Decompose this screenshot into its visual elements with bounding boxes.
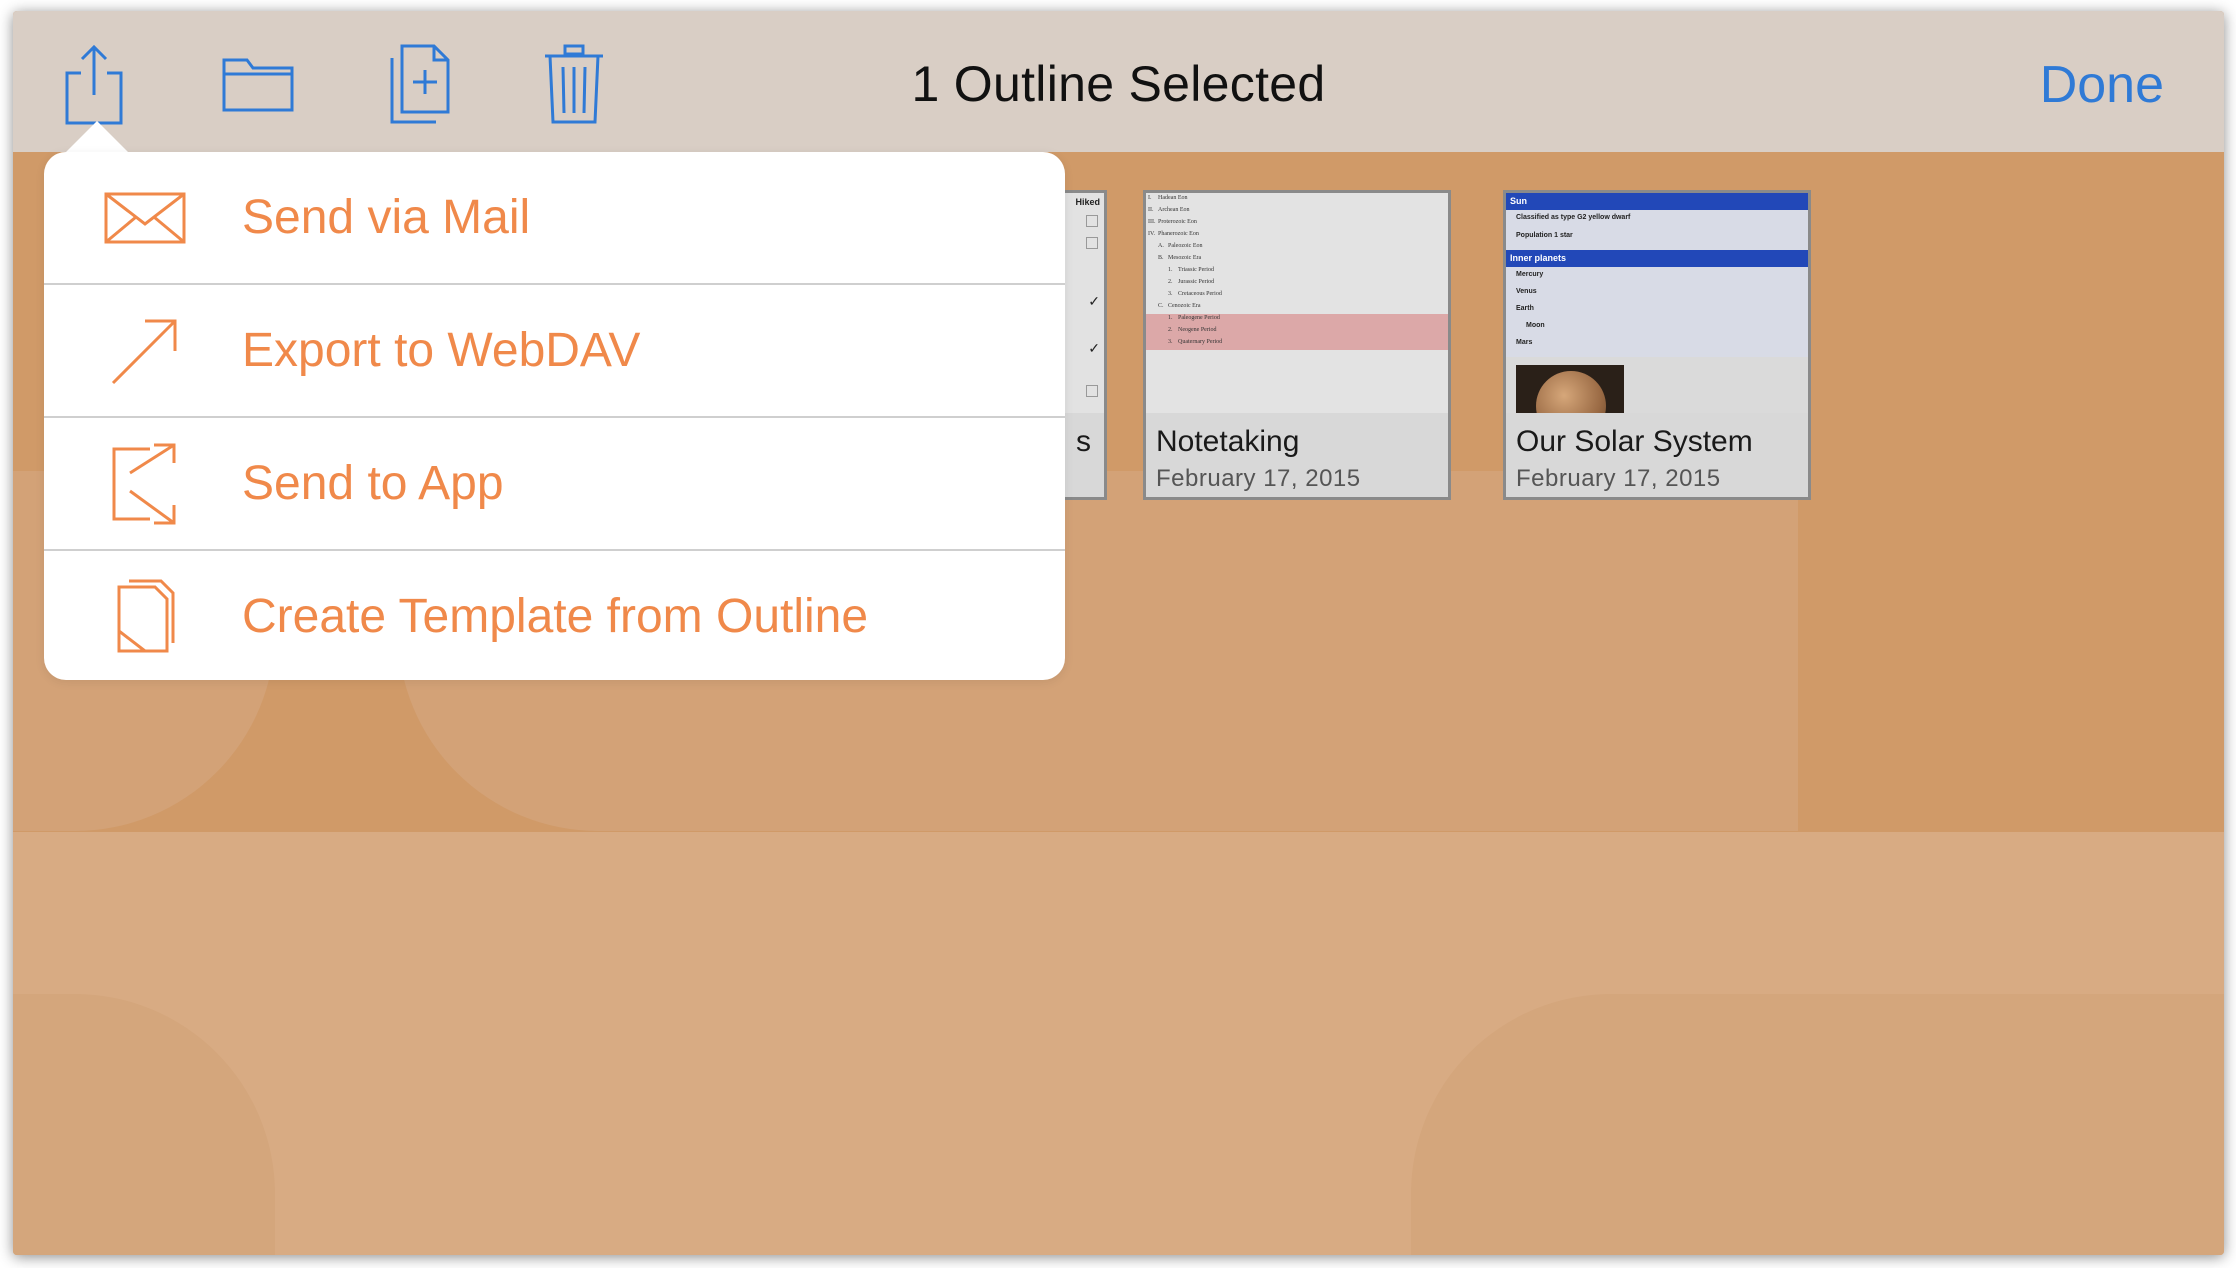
document-thumbnail: I. Hadean Eon II. Archean Eon III. Proterozoi… bbox=[1146, 193, 1448, 413]
outline-text: Cenozoic Era bbox=[1168, 303, 1201, 309]
document-tile-notetaking[interactable]: I. Hadean Eon II. Archean Eon III. Proterozoi… bbox=[1143, 190, 1451, 500]
outline-number: 1. bbox=[1168, 267, 1173, 273]
checkbox-icon bbox=[1086, 215, 1098, 227]
document-tile-solar-system[interactable]: Sun Classified as type G2 yellow dwarf P… bbox=[1503, 190, 1811, 500]
export-arrow-icon bbox=[102, 308, 188, 394]
outline-number: 2. bbox=[1168, 279, 1173, 285]
outline-text: Phanerozoic Eon bbox=[1158, 231, 1199, 237]
outline-heading: Sun bbox=[1506, 193, 1808, 210]
menu-item-label: Send via Mail bbox=[242, 191, 531, 244]
outline-text: Jurassic Period bbox=[1178, 279, 1215, 285]
app-window: 1 Outline Selected Done Hiked ✓ ✓ s I. Ha… bbox=[13, 11, 2224, 1255]
outline-number: I. bbox=[1148, 195, 1152, 201]
outline-row: Population 1 star bbox=[1516, 232, 1573, 239]
toolbar: 1 Outline Selected Done bbox=[13, 11, 2224, 152]
send-to-app-item[interactable]: Send to App bbox=[44, 418, 1065, 549]
document-title: Our Solar System bbox=[1516, 425, 1753, 458]
planet-image bbox=[1516, 365, 1624, 413]
document-title: s bbox=[1076, 425, 1091, 458]
outline-row: Mars bbox=[1516, 339, 1533, 346]
document-date: February 17, 2015 bbox=[1516, 465, 1721, 492]
outline-row: Earth bbox=[1516, 305, 1534, 312]
outline-section: Classified as type G2 yellow dwarf Popul… bbox=[1506, 210, 1808, 250]
outline-text: Mesozoic Era bbox=[1168, 255, 1202, 261]
outline-number: 1. bbox=[1168, 315, 1173, 321]
mail-icon bbox=[102, 175, 188, 261]
outline-number: II. bbox=[1148, 207, 1154, 213]
popover-arrow bbox=[63, 121, 131, 155]
menu-item-label: Send to App bbox=[242, 457, 504, 510]
outline-number: B. bbox=[1158, 255, 1164, 261]
outline-number: 2. bbox=[1168, 327, 1173, 333]
checkmark-icon: ✓ bbox=[1088, 293, 1100, 309]
outline-number: A. bbox=[1158, 243, 1164, 249]
share-menu: Send via Mail Export to WebDAV Send to A… bbox=[44, 152, 1065, 680]
outline-text: Triassic Period bbox=[1178, 267, 1214, 273]
outline-text: Quaternary Period bbox=[1178, 339, 1223, 345]
document-title: Notetaking bbox=[1156, 425, 1300, 458]
create-template-item[interactable]: Create Template from Outline bbox=[44, 551, 1065, 682]
outline-text: Paleozoic Eon bbox=[1168, 243, 1203, 249]
outline-section: Mercury Venus Earth Moon Mars bbox=[1506, 267, 1808, 357]
outline-text: Archean Eon bbox=[1158, 207, 1190, 213]
outline-number: 3. bbox=[1168, 339, 1173, 345]
outline-text: Paleogene Period bbox=[1178, 315, 1220, 321]
export-to-webdav-item[interactable]: Export to WebDAV bbox=[44, 285, 1065, 416]
outline-text: Cretaceous Period bbox=[1178, 291, 1222, 297]
column-header: Hiked bbox=[1075, 197, 1100, 207]
menu-item-label: Export to WebDAV bbox=[242, 324, 641, 377]
outline-text: Neogene Period bbox=[1178, 327, 1217, 333]
outline-row: Mercury bbox=[1516, 271, 1544, 278]
page-title: 1 Outline Selected bbox=[911, 56, 1326, 112]
done-button[interactable]: Done bbox=[2040, 55, 2164, 115]
send-to-app-icon bbox=[102, 441, 188, 527]
checkbox-icon bbox=[1086, 237, 1098, 249]
outline-row: Venus bbox=[1516, 288, 1537, 295]
outline-heading: Inner planets bbox=[1506, 250, 1808, 267]
outline-row: Moon bbox=[1526, 322, 1545, 329]
outline-row: Classified as type G2 yellow dwarf bbox=[1516, 214, 1631, 221]
checkmark-icon: ✓ bbox=[1088, 340, 1100, 356]
document-thumbnail: Sun Classified as type G2 yellow dwarf P… bbox=[1506, 193, 1808, 413]
outline-number: 3. bbox=[1168, 291, 1173, 297]
outline-text: Proterozoic Eon bbox=[1158, 219, 1197, 225]
shelf-decoration bbox=[1411, 994, 2224, 1255]
template-icon bbox=[102, 574, 188, 660]
document-date: February 17, 2015 bbox=[1156, 465, 1361, 492]
outline-number: III. bbox=[1148, 219, 1156, 225]
checkbox-icon bbox=[1086, 385, 1098, 397]
outline-text: Hadean Eon bbox=[1158, 195, 1188, 201]
outline-number: C. bbox=[1158, 303, 1164, 309]
menu-item-label: Create Template from Outline bbox=[242, 590, 869, 643]
outline-number: IV. bbox=[1148, 231, 1156, 237]
send-via-mail-item[interactable]: Send via Mail bbox=[44, 152, 1065, 283]
